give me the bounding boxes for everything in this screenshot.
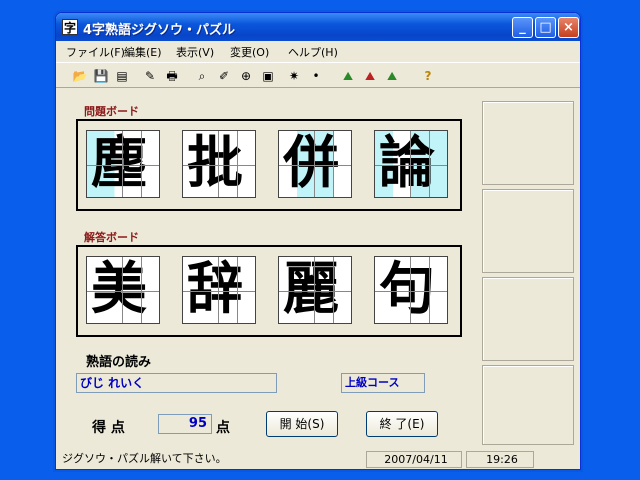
tile-divider bbox=[105, 257, 123, 323]
side-panel bbox=[482, 365, 574, 445]
puzzle-tile[interactable]: 批 bbox=[182, 130, 256, 198]
list-icon[interactable]: ▤ bbox=[112, 66, 132, 86]
tile-divider bbox=[375, 291, 447, 292]
grass-icon[interactable]: ⛰ bbox=[338, 66, 358, 86]
answer-tile[interactable]: 麗 bbox=[278, 256, 352, 324]
side-panel bbox=[482, 277, 574, 361]
side-panel bbox=[482, 189, 574, 273]
edit-icon[interactable]: ✎ bbox=[140, 66, 160, 86]
tile-divider bbox=[393, 131, 411, 197]
menu-help[interactable]: ヘルプ(H) bbox=[288, 44, 338, 60]
save-icon[interactable]: 💾 bbox=[91, 66, 111, 86]
puzzle-tile[interactable]: 併 bbox=[278, 130, 352, 198]
app-window: 字 4字熟語ジグソウ・パズル _ □ × ファイル(F) 編集(E) 表示(V)… bbox=[55, 12, 581, 470]
window-title: 4字熟語ジグソウ・パズル bbox=[83, 23, 236, 38]
open-folder-icon[interactable]: 📂 bbox=[70, 66, 90, 86]
maximize-button[interactable]: □ bbox=[535, 17, 556, 38]
tile-divider bbox=[220, 257, 238, 323]
end-button[interactable]: 終 了(E) bbox=[366, 411, 438, 437]
print-icon[interactable]: 🖶 bbox=[162, 66, 182, 86]
tile-divider bbox=[297, 257, 315, 323]
tile-divider bbox=[412, 131, 430, 197]
tile-divider bbox=[87, 291, 159, 292]
tile-divider bbox=[105, 131, 123, 197]
menu-bar: ファイル(F) 編集(E) 表示(V) 変更(O) ヘルプ(H) bbox=[56, 41, 580, 60]
answer-board-label: 解答ボード bbox=[84, 231, 139, 244]
status-time: 19:26 bbox=[466, 451, 534, 468]
answer-tile[interactable]: 辞 bbox=[182, 256, 256, 324]
tile-divider bbox=[279, 291, 351, 292]
menu-file[interactable]: ファイル(F) bbox=[66, 44, 125, 60]
reading-field: びじ れいく bbox=[76, 373, 277, 393]
tile-divider bbox=[412, 257, 430, 323]
star-icon[interactable]: ✷ bbox=[284, 66, 304, 86]
status-message: ジグソウ・パズル解いて下さい。 bbox=[62, 452, 227, 465]
binoculars-icon[interactable]: ⌕ bbox=[192, 66, 212, 86]
tile-divider bbox=[183, 291, 255, 292]
score-label: 得 点 bbox=[92, 420, 125, 436]
brush-icon[interactable]: ✐ bbox=[214, 66, 234, 86]
course-field: 上級コース bbox=[341, 373, 425, 393]
problem-board-label: 問題ボード bbox=[84, 105, 139, 118]
problem-board: 塵 批 併 論 bbox=[76, 119, 462, 211]
tile-divider bbox=[393, 257, 411, 323]
grass-green-icon[interactable]: ⛰ bbox=[382, 66, 402, 86]
side-panel bbox=[482, 101, 574, 185]
reading-label: 熟語の読み bbox=[86, 355, 152, 370]
help-icon[interactable]: ? bbox=[418, 66, 438, 86]
dot-icon[interactable]: • bbox=[306, 66, 326, 86]
start-button[interactable]: 開 始(S) bbox=[266, 411, 338, 437]
tile-divider bbox=[201, 257, 219, 323]
grass-red-icon[interactable]: ⛰ bbox=[360, 66, 380, 86]
app-icon: 字 bbox=[62, 19, 78, 35]
tile-divider bbox=[87, 165, 159, 166]
minimize-button[interactable]: _ bbox=[512, 17, 533, 38]
tile-divider bbox=[201, 131, 219, 197]
menu-edit[interactable]: 編集(E) bbox=[124, 44, 162, 60]
answer-tile[interactable]: 美 bbox=[86, 256, 160, 324]
score-field: 95 bbox=[158, 414, 212, 434]
puzzle-tile[interactable]: 論 bbox=[374, 130, 448, 198]
answer-tile[interactable]: 句 bbox=[374, 256, 448, 324]
puzzle-tile[interactable]: 塵 bbox=[86, 130, 160, 198]
tile-divider bbox=[124, 131, 142, 197]
close-button[interactable]: × bbox=[558, 17, 579, 38]
stamp-icon[interactable]: ▣ bbox=[258, 66, 278, 86]
globe-icon[interactable]: ⊕ bbox=[236, 66, 256, 86]
tile-divider bbox=[124, 257, 142, 323]
tile-divider bbox=[297, 131, 315, 197]
tile-divider bbox=[220, 131, 238, 197]
tile-divider bbox=[316, 131, 334, 197]
menu-change[interactable]: 変更(O) bbox=[230, 44, 269, 60]
tile-divider bbox=[279, 165, 351, 166]
status-date: 2007/04/11 bbox=[366, 451, 462, 468]
status-bar: ジグソウ・パズル解いて下さい。 2007/04/11 19:26 bbox=[56, 449, 580, 469]
menu-view[interactable]: 表示(V) bbox=[176, 44, 214, 60]
score-unit: 点 bbox=[216, 420, 230, 436]
tile-divider bbox=[183, 165, 255, 166]
tile-divider bbox=[316, 257, 334, 323]
title-bar[interactable]: 字 4字熟語ジグソウ・パズル _ □ × bbox=[56, 13, 580, 41]
answer-board: 美 辞 麗 句 bbox=[76, 245, 462, 337]
toolbar: 📂 💾 ▤ ✎ 🖶 ⌕ ✐ ⊕ ▣ ✷ • ⛰ ⛰ ⛰ ? bbox=[56, 62, 580, 88]
tile-divider bbox=[375, 165, 447, 166]
